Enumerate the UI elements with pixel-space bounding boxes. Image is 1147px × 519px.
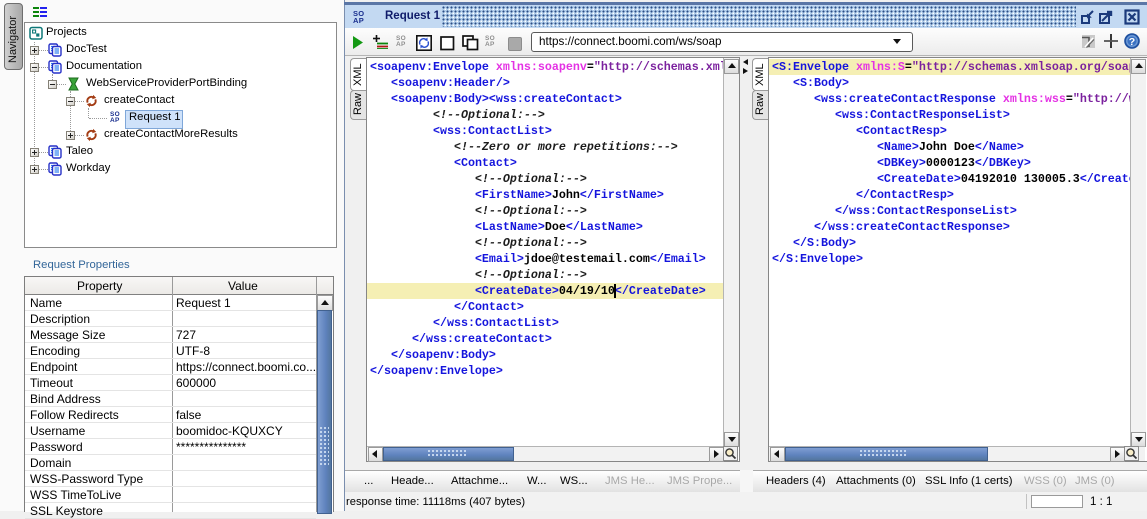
svg-text:?: ? bbox=[1129, 36, 1135, 48]
